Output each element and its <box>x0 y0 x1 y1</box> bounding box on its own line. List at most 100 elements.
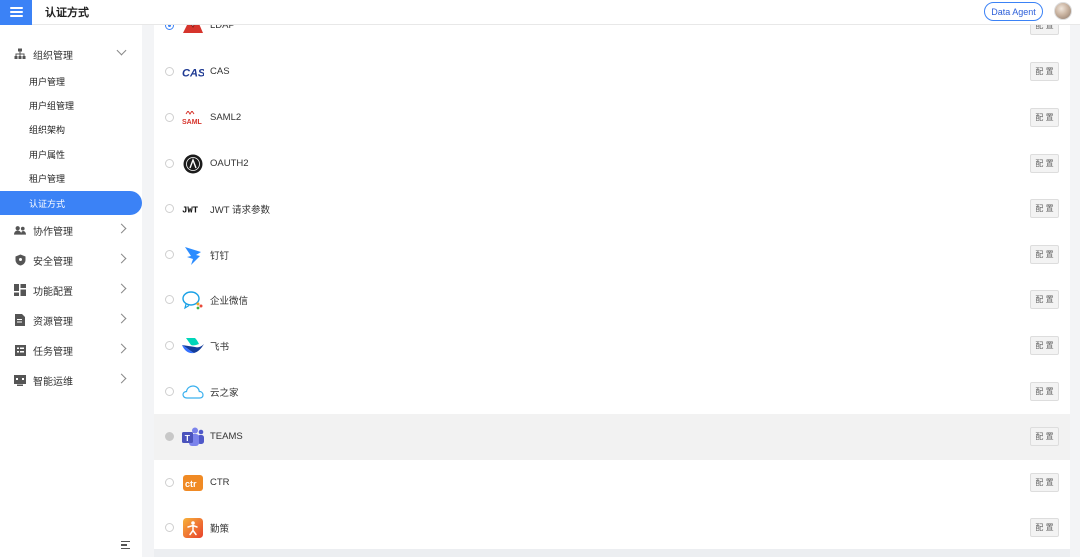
auth-method-row-saml2[interactable]: SAML SAML2 配 置 <box>154 95 1070 141</box>
radio-qince[interactable] <box>165 523 174 533</box>
avatar[interactable] <box>1054 2 1072 20</box>
svg-text:CAS: CAS <box>182 67 204 78</box>
oauth-logo <box>182 154 204 174</box>
chevron-right-icon <box>116 313 127 324</box>
auth-method-row-teams[interactable]: T TEAMS 配 置 <box>154 414 1070 460</box>
sidebar-group-ops[interactable]: 智能运维 <box>0 365 142 395</box>
radio-yunzhijia[interactable] <box>165 387 174 397</box>
auth-method-row-ctr[interactable]: ctr CTR 配 置 <box>154 460 1070 506</box>
ctr-logo: ctr <box>182 473 204 493</box>
jwt-logo: JWT <box>182 199 204 219</box>
sidebar-group-label: 安全管理 <box>33 256 73 268</box>
sidebar-item-user-groups[interactable]: 用户组管理 <box>0 93 142 117</box>
sidebar-group-label: 功能配置 <box>33 286 73 298</box>
sidebar-group-tasks[interactable]: 任务管理 <box>0 335 142 365</box>
sidebar-item-users[interactable]: 用户管理 <box>0 69 142 93</box>
dingtalk-logo <box>182 245 204 265</box>
radio-feishu[interactable] <box>165 341 174 351</box>
radio-jwt[interactable] <box>165 204 174 214</box>
auth-method-label: 钉钉 <box>210 250 230 262</box>
auth-method-row-oauth2[interactable]: OAUTH2 配 置 <box>154 141 1070 187</box>
sidebar-group-label: 智能运维 <box>33 376 73 388</box>
chevron-right-icon <box>116 283 127 294</box>
sidebar-group-label: 协作管理 <box>33 226 73 238</box>
org-icon <box>14 48 26 60</box>
auth-method-label: CTR <box>210 477 230 489</box>
sidebar-group-label: 资源管理 <box>33 316 73 328</box>
sidebar-item-auth-methods[interactable]: 认证方式 <box>0 190 142 216</box>
chevron-right-icon <box>116 223 127 234</box>
page-bottom-gutter <box>154 549 1070 557</box>
auth-method-row-yunzhijia[interactable]: 云之家 配 置 <box>154 369 1070 415</box>
shield-icon <box>14 254 26 266</box>
users-icon <box>14 224 26 236</box>
radio-wecom[interactable] <box>165 295 174 305</box>
auth-method-row-jwt[interactable]: JWT JWT 请求参数 配 置 <box>154 186 1070 232</box>
radio-cas[interactable] <box>165 67 174 77</box>
config-button[interactable]: 配 置 <box>1030 518 1059 538</box>
feishu-logo <box>182 336 204 356</box>
sidebar-item-user-attributes[interactable]: 用户属性 <box>0 142 142 166</box>
data-agent-button[interactable]: Data Agent <box>984 2 1043 21</box>
auth-method-label: OAUTH2 <box>210 158 249 170</box>
auth-method-row-dingtalk[interactable]: 钉钉 配 置 <box>154 232 1070 278</box>
radio-teams[interactable] <box>165 432 174 442</box>
grid-icon <box>14 284 26 297</box>
auth-method-row-feishu[interactable]: 飞书 配 置 <box>154 323 1070 369</box>
radio-oauth2[interactable] <box>165 159 174 169</box>
svg-text:JWT: JWT <box>182 205 199 214</box>
svg-text:T: T <box>185 433 191 443</box>
hamburger-menu-button[interactable] <box>0 0 32 25</box>
auth-method-label: 云之家 <box>210 387 239 399</box>
saml-logo: SAML <box>182 108 204 128</box>
file-icon <box>14 314 26 327</box>
monitor-icon <box>14 374 26 386</box>
config-button[interactable]: 配 置 <box>1030 427 1059 447</box>
sidebar-item-tenants[interactable]: 租户管理 <box>0 167 142 191</box>
hamburger-icon <box>9 7 23 17</box>
sidebar-group-features[interactable]: 功能配置 <box>0 275 142 305</box>
auth-method-row-qince[interactable]: 勤策 配 置 <box>154 505 1070 551</box>
auth-method-label: 企业微信 <box>210 295 249 307</box>
sidebar-group-label: 组织管理 <box>33 50 73 62</box>
auth-method-label: SAML2 <box>210 112 242 124</box>
sidebar-item-org-structure[interactable]: 组织架构 <box>0 118 142 142</box>
config-button[interactable]: 配 置 <box>1030 473 1059 493</box>
config-button[interactable]: 配 置 <box>1030 199 1059 219</box>
radio-dingtalk[interactable] <box>165 250 174 260</box>
auth-methods-list: LDAP 配 置 CAS CAS 配 置 SAML SAML2 配 置 OAUT… <box>154 16 1070 551</box>
wecom-logo <box>182 290 204 310</box>
config-button[interactable]: 配 置 <box>1030 336 1059 356</box>
sidebar-group-security[interactable]: 安全管理 <box>0 245 142 275</box>
sidebar-group-org[interactable]: 组织管理 <box>0 39 142 69</box>
top-header: 认证方式 Data Agent <box>0 0 1080 25</box>
radio-saml2[interactable] <box>165 113 174 123</box>
auth-method-label: CAS <box>210 66 230 78</box>
auth-method-label: 勤策 <box>210 523 230 535</box>
collapse-sidebar-icon[interactable] <box>121 541 130 549</box>
sidebar: 组织管理 用户管理 用户组管理 组织架构 用户属性 租户管理 认证方式 协作管理… <box>0 25 142 557</box>
auth-method-label: JWT 请求参数 <box>210 204 270 216</box>
chevron-down-icon <box>116 45 127 56</box>
auth-method-row-wecom[interactable]: 企业微信 配 置 <box>154 277 1070 323</box>
cas-logo: CAS <box>182 62 204 82</box>
config-button[interactable]: 配 置 <box>1030 154 1059 174</box>
task-icon <box>14 344 26 356</box>
radio-ctr[interactable] <box>165 478 174 488</box>
chevron-right-icon <box>116 253 127 264</box>
sidebar-group-resources[interactable]: 资源管理 <box>0 305 142 335</box>
config-button[interactable]: 配 置 <box>1030 108 1059 128</box>
config-button[interactable]: 配 置 <box>1030 245 1059 265</box>
auth-method-row-cas[interactable]: CAS CAS 配 置 <box>154 49 1070 95</box>
svg-text:SAML: SAML <box>182 119 203 125</box>
sidebar-group-label: 任务管理 <box>33 346 73 358</box>
auth-method-label: 飞书 <box>210 341 230 353</box>
qince-logo <box>182 517 204 538</box>
config-button[interactable]: 配 置 <box>1030 290 1059 310</box>
svg-text:ctr: ctr <box>185 479 197 489</box>
chevron-right-icon <box>116 343 127 354</box>
config-button[interactable]: 配 置 <box>1030 382 1059 402</box>
teams-logo: T <box>182 427 204 447</box>
sidebar-group-collab[interactable]: 协作管理 <box>0 215 142 245</box>
config-button[interactable]: 配 置 <box>1030 62 1059 82</box>
